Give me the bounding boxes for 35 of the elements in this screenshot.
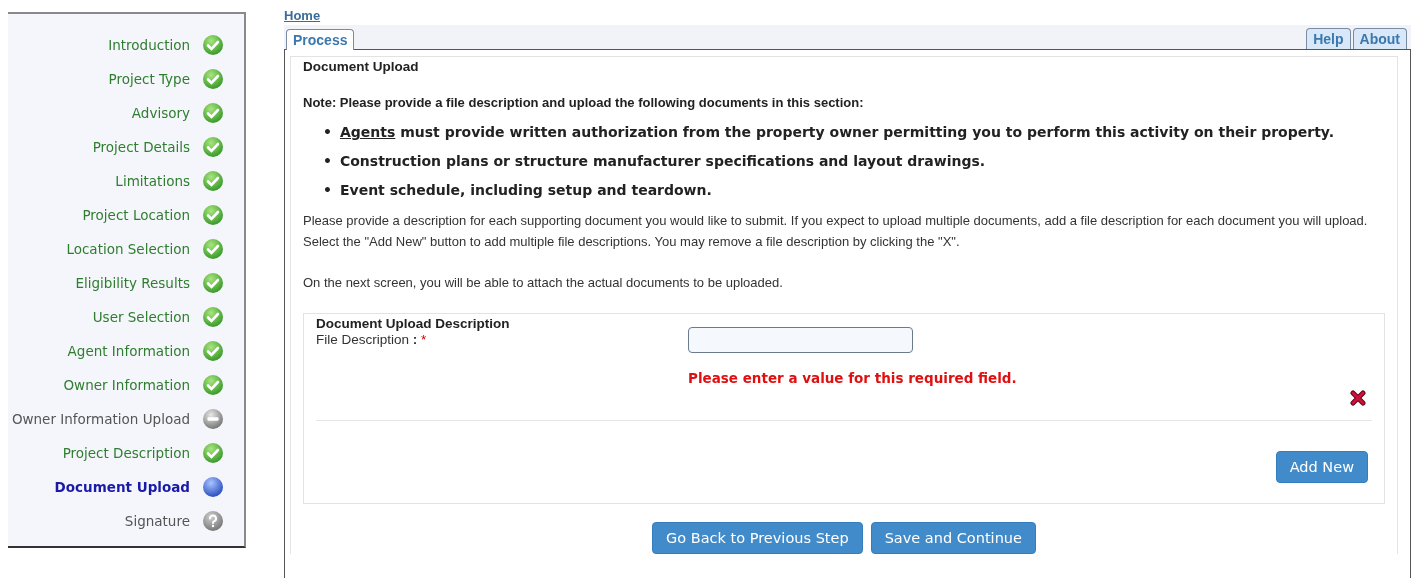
step-label[interactable]: Owner Information: [63, 377, 190, 393]
bullet-marker: •: [323, 153, 332, 169]
tab[interactable]: Help: [1306, 28, 1351, 49]
tab[interactable]: About: [1352, 28, 1407, 49]
requirement-item: Event schedule, including setup and teardown.: [339, 182, 712, 198]
step-label[interactable]: Eligibility Results: [75, 275, 190, 291]
step-label[interactable]: Agent Information: [67, 343, 190, 359]
add-new-button[interactable]: Add New: [1275, 451, 1368, 484]
remove-icon[interactable]: [1350, 390, 1366, 407]
file-description-field[interactable]: [688, 327, 913, 354]
step-label[interactable]: Signature: [124, 513, 190, 529]
step-label[interactable]: Document Upload: [54, 479, 190, 495]
error-message: Please enter a value for this required field.: [688, 370, 1018, 387]
step-label[interactable]: Limitations: [115, 173, 190, 189]
step-label[interactable]: Project Description: [62, 445, 190, 461]
bullet-marker: •: [323, 124, 332, 140]
instruction-text: Please provide a description for each supporting document you would like to submit. If you expect to upload multiple documents, add a file description for each document you will upload. Select the "Add New" button to add multiple file descriptions. You may remove a file description by clicking the "X".: [303, 212, 1369, 251]
note-text: Note: Please provide a file description and upload the following documents in this section:: [303, 95, 865, 110]
nav-button[interactable]: Save and Continue: [870, 522, 1036, 555]
nav-button[interactable]: Go Back to Previous Step: [652, 522, 863, 555]
tab[interactable]: Process: [286, 29, 355, 50]
step-label[interactable]: Advisory: [131, 105, 190, 121]
step-label[interactable]: Project Location: [82, 207, 190, 223]
field-label: File Description : *: [316, 332, 428, 350]
requirement-item: Construction plans or structure manufacturer specifications and layout drawings.: [339, 153, 986, 169]
step-label[interactable]: Introduction: [108, 37, 190, 53]
requirement-item: Agents must provide written authorization from the property owner permitting you to perform this activity on their property.: [339, 124, 1334, 140]
step-label[interactable]: Project Details: [92, 139, 190, 155]
bullet-marker: •: [323, 182, 332, 198]
step-label[interactable]: Project Type: [108, 71, 190, 87]
step-label[interactable]: Location Selection: [66, 241, 190, 257]
step-label[interactable]: User Selection: [92, 309, 190, 325]
step-label[interactable]: Owner Information Upload: [11, 411, 190, 427]
home-link[interactable]: Home: [284, 8, 321, 23]
instruction-text: On the next screen, you will be able to attach the actual documents to be uploaded.: [303, 273, 784, 292]
